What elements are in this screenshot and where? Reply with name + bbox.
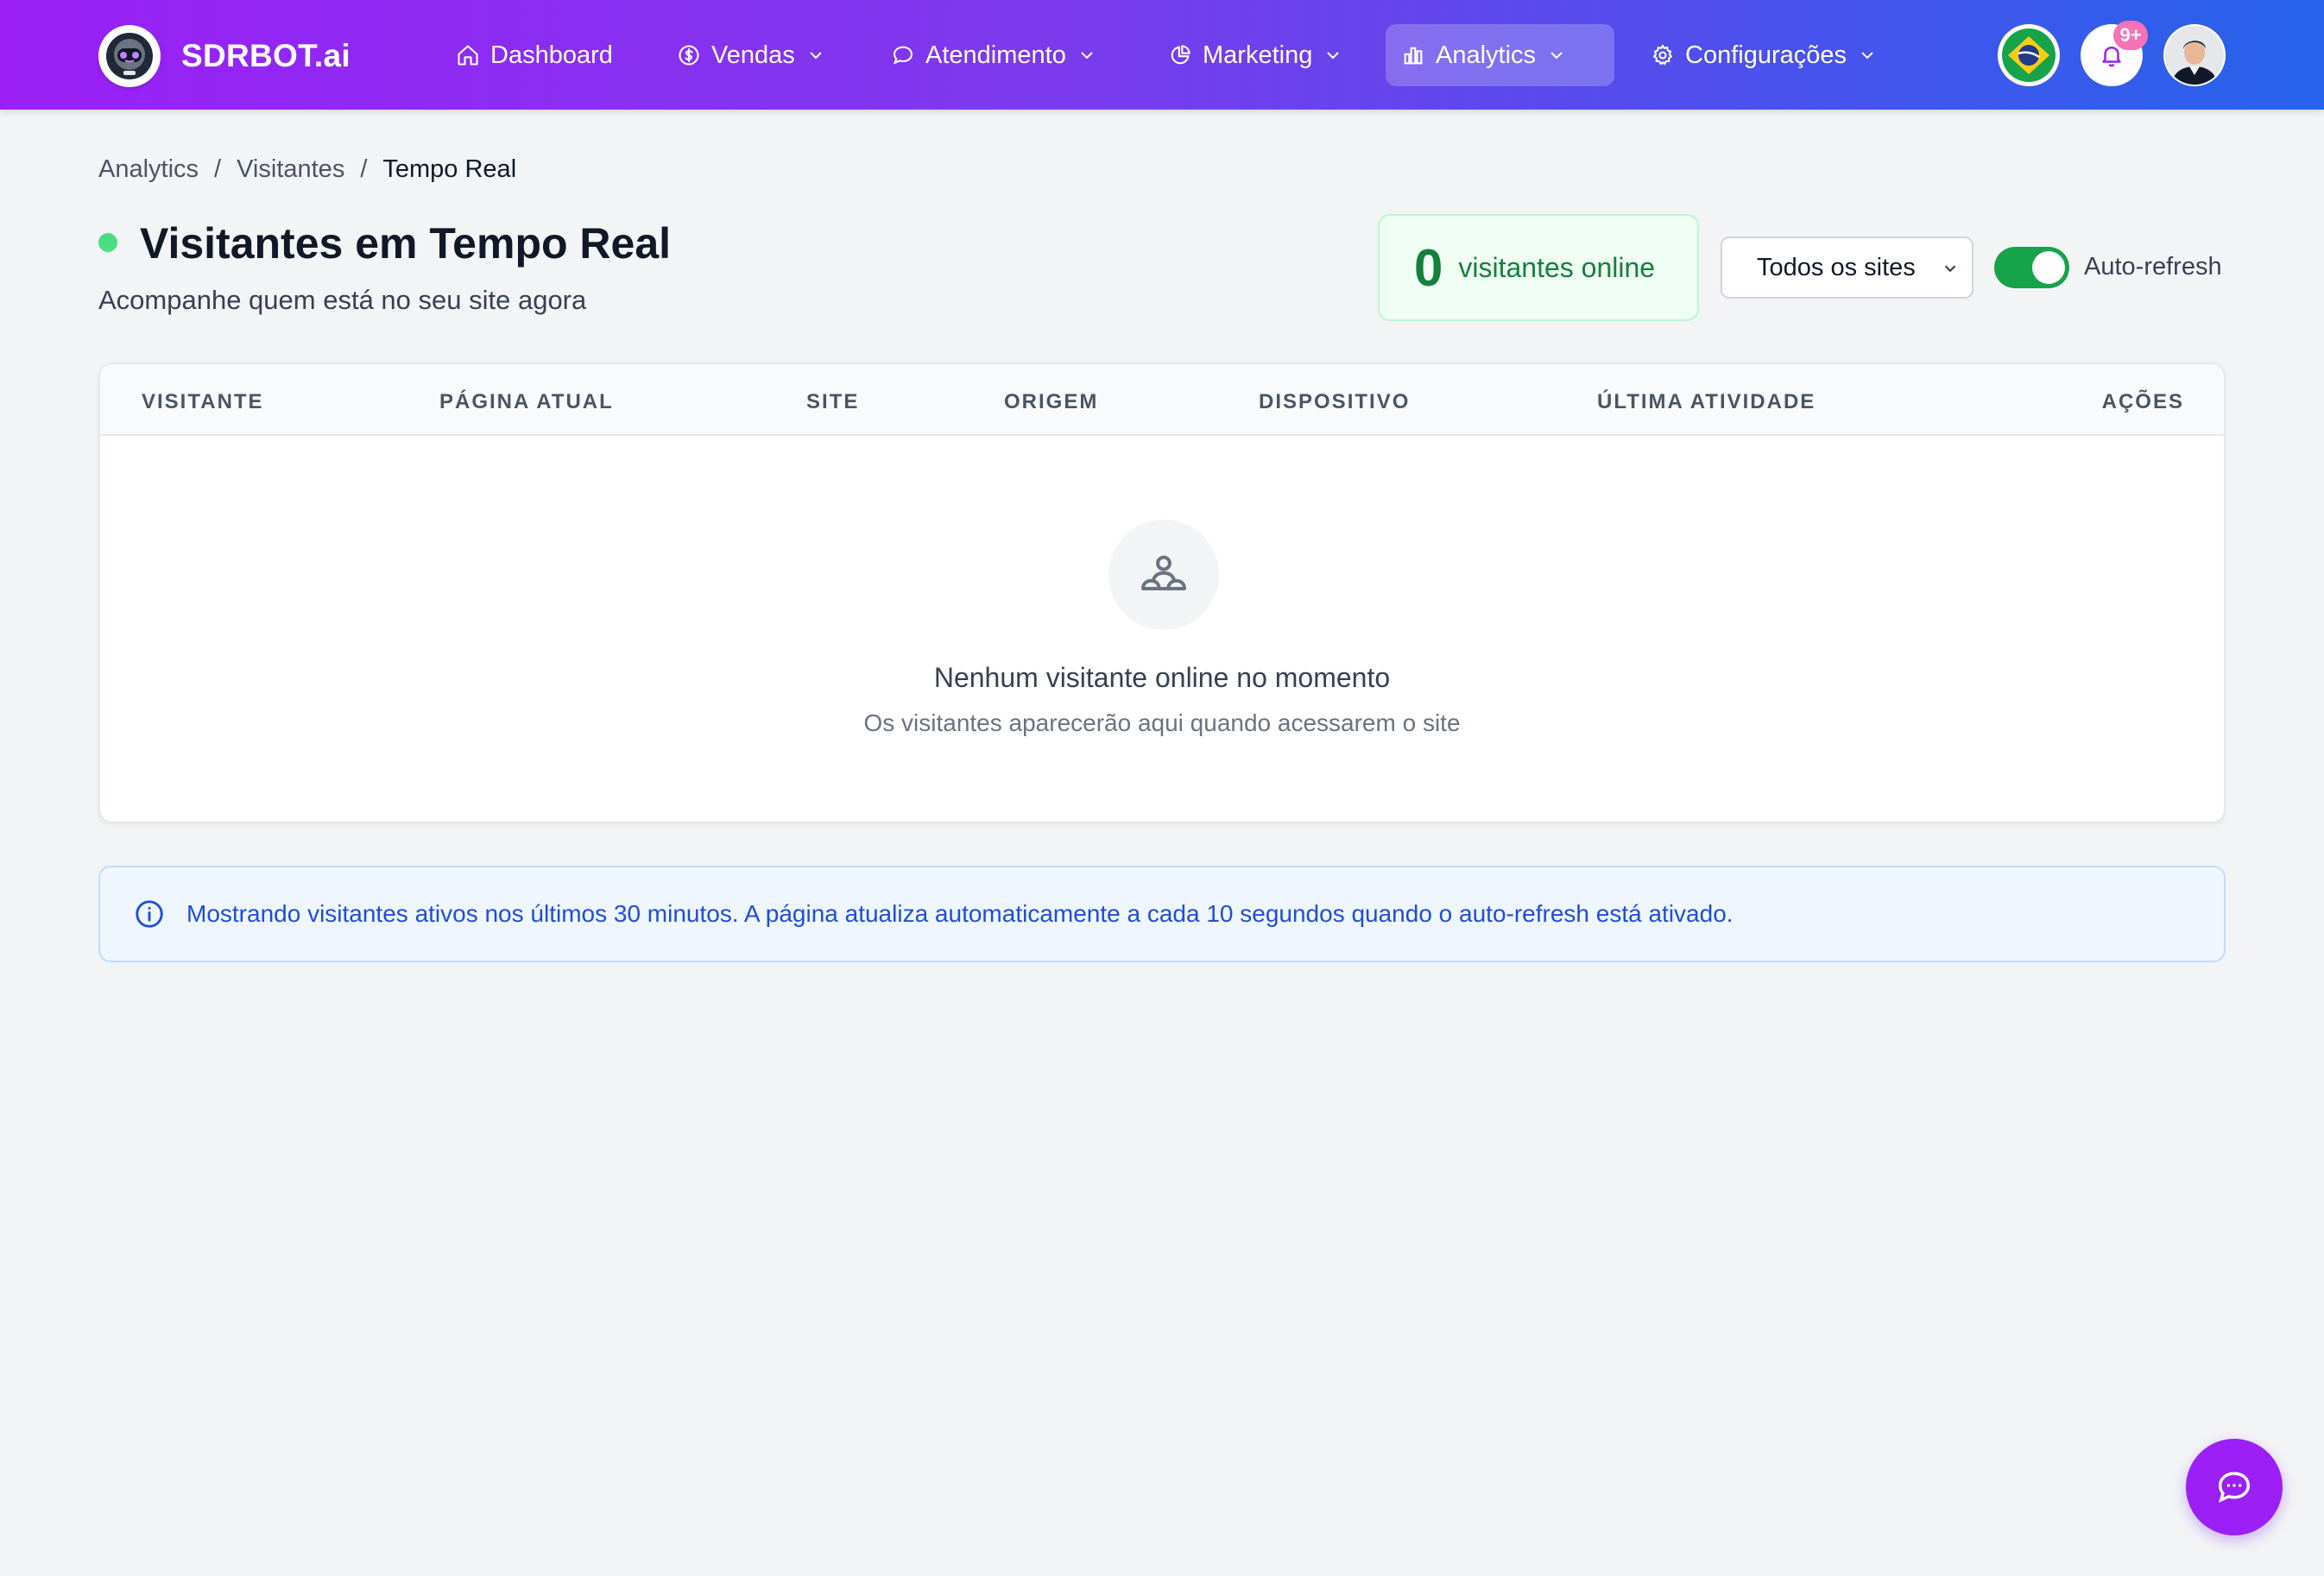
info-icon	[136, 900, 163, 928]
nav-item-label: Configurações	[1685, 41, 1847, 69]
online-visitors-count: 0	[1414, 238, 1443, 297]
site-filter-value: Todos os sites	[1757, 253, 1916, 281]
nav-item-label: Analytics	[1436, 41, 1537, 69]
column-header-site: SITE	[806, 390, 860, 413]
column-header-acoes: AÇÕES	[2101, 390, 2184, 413]
chat-support-button[interactable]	[2186, 1439, 2283, 1535]
language-switcher[interactable]	[1998, 24, 2060, 86]
page-title: Visitantes em Tempo Real	[140, 219, 672, 268]
brand-name: SDRBOT.ai	[181, 38, 350, 73]
breadcrumb-item-current: Tempo Real	[382, 155, 517, 183]
dollar-circle-icon	[679, 45, 699, 66]
toggle-knob	[2032, 251, 2065, 284]
nav-item-atendimento[interactable]: Atendimento	[875, 24, 1113, 86]
site-filter-select[interactable]: Todos os sites	[1721, 236, 1974, 299]
gear-icon	[1652, 44, 1673, 66]
nav-item-label: Vendas	[711, 41, 795, 69]
pie-chart-icon	[1171, 45, 1190, 65]
users-group-icon	[1108, 520, 1219, 630]
online-visitors-card: 0 visitantes online	[1378, 214, 1699, 321]
online-visitors-label: visitantes online	[1458, 251, 1656, 283]
chevron-down-icon	[1861, 52, 1873, 60]
nav-item-marketing[interactable]: Marketing	[1153, 24, 1359, 86]
chevron-down-icon	[1550, 52, 1563, 60]
column-header-pagina-atual: PÁGINA ATUAL	[439, 390, 614, 413]
robot-icon	[98, 25, 161, 87]
table-header: VISITANTE PÁGINA ATUAL SITE ORIGEM DISPO…	[100, 364, 2224, 436]
chevron-down-icon	[810, 52, 822, 60]
auto-refresh-label: Auto-refresh	[2084, 253, 2222, 281]
brand-logo[interactable]: SDRBOT.ai	[98, 25, 350, 87]
live-indicator-dot	[98, 233, 117, 252]
brazil-flag-icon	[2002, 28, 2056, 82]
empty-state-title: Nenhum visitante online no momento	[933, 662, 1391, 693]
column-header-visitante: VISITANTE	[142, 390, 264, 413]
breadcrumb-separator: /	[214, 155, 222, 183]
visitors-table: VISITANTE PÁGINA ATUAL SITE ORIGEM DISPO…	[98, 362, 2226, 823]
nav-item-label: Marketing	[1203, 41, 1313, 69]
chevron-down-icon	[1327, 52, 1340, 60]
chat-icon	[2218, 1472, 2251, 1504]
breadcrumb-separator: /	[360, 155, 368, 183]
nav-item-analytics[interactable]: Analytics	[1386, 24, 1614, 86]
chevron-down-icon	[1944, 265, 1956, 273]
bar-chart-icon	[1404, 47, 1423, 65]
nav-item-vendas[interactable]: Vendas	[661, 24, 842, 86]
home-icon	[458, 45, 478, 66]
nav-item-configuracoes[interactable]: Configurações	[1635, 24, 1893, 86]
page-subtitle: Acompanhe quem está no seu site agora	[98, 285, 587, 315]
avatar	[2165, 26, 2224, 85]
user-avatar[interactable]	[2163, 24, 2226, 86]
column-header-dispositivo: DISPOSITIVO	[1259, 390, 1411, 413]
column-header-origem: ORIGEM	[1004, 390, 1099, 413]
auto-refresh-toggle[interactable]	[1994, 247, 2069, 288]
breadcrumb-item-analytics[interactable]: Analytics	[98, 155, 199, 184]
nav-item-dashboard[interactable]: Dashboard	[440, 24, 628, 86]
empty-state-subtitle: Os visitantes aparecerão aqui quando ace…	[863, 709, 1461, 736]
notifications-badge: 9+	[2113, 21, 2148, 50]
notifications-button[interactable]: 9+	[2081, 21, 2148, 86]
nav-item-label: Dashboard	[490, 41, 613, 69]
nav-item-label: Atendimento	[925, 41, 1066, 69]
breadcrumb: Analytics / Visitantes / Tempo Real	[98, 155, 516, 184]
info-banner: Mostrando visitantes ativos nos últimos …	[98, 866, 2226, 962]
breadcrumb-item-visitantes[interactable]: Visitantes	[237, 155, 344, 184]
column-header-ultima-atividade: ÚLTIMA ATIVIDADE	[1597, 390, 1816, 413]
top-navbar: SDRBOT.ai Dashboard Vendas Atendimento M…	[0, 0, 2324, 110]
chat-bubble-icon	[893, 46, 913, 65]
info-banner-text: Mostrando visitantes ativos nos últimos …	[186, 900, 1734, 927]
chevron-down-icon	[1081, 52, 1093, 60]
